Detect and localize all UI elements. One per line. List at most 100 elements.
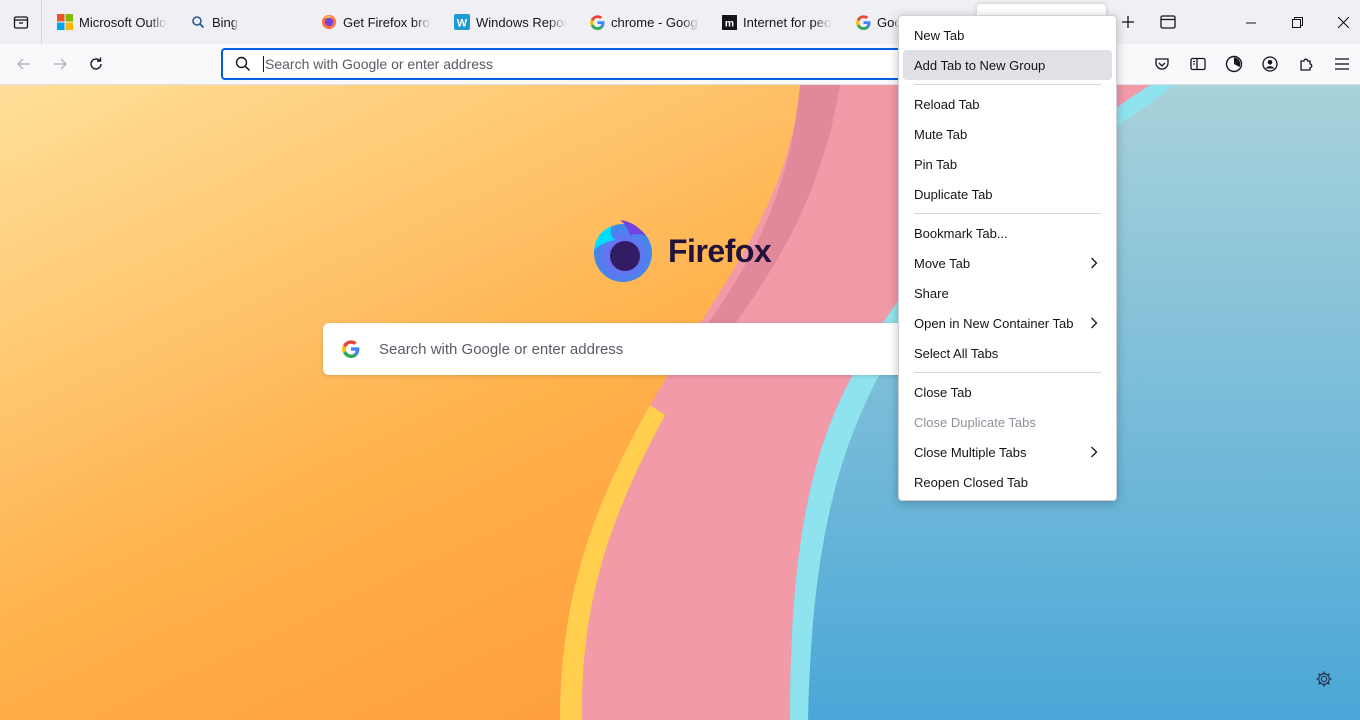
window-icon: [1160, 15, 1176, 29]
menu-item-mute-tab[interactable]: Mute Tab: [903, 119, 1112, 149]
tab-label: Goo: [877, 14, 898, 30]
tab-get-firefox[interactable]: Get Firefox browser: [321, 0, 431, 44]
windows-report-icon: W: [454, 14, 470, 30]
menu-separator: [914, 213, 1101, 214]
microsoft-icon: [57, 14, 73, 30]
navigation-toolbar: [0, 44, 1360, 85]
firefox-wordmark: Firefox: [668, 232, 772, 269]
tab-internet-for-people[interactable]: m Internet for people: [721, 0, 831, 44]
pocket-icon: [1155, 58, 1169, 70]
close-icon: [1337, 16, 1349, 28]
menu-item-label: Mute Tab: [914, 126, 968, 142]
menu-item-label: Add Tab to New Group: [914, 57, 1046, 73]
menu-item-move-tab[interactable]: Move Tab: [903, 248, 1112, 278]
google-icon: [323, 340, 379, 358]
tab-context-menu: New Tab Add Tab to New Group Reload Tab …: [898, 15, 1117, 501]
tab-label: Bing: [212, 14, 239, 30]
menu-item-label: Reopen Closed Tab: [914, 474, 1028, 490]
menu-item-label: Move Tab: [914, 255, 971, 271]
menu-item-close-multiple-tabs[interactable]: Close Multiple Tabs: [903, 437, 1112, 467]
menu-item-share[interactable]: Share: [903, 278, 1112, 308]
menu-item-label: Close Tab: [914, 384, 972, 400]
menu-item-reopen-closed-tab[interactable]: Reopen Closed Tab: [903, 467, 1112, 497]
reload-button[interactable]: [82, 50, 110, 78]
text-caret: [263, 56, 264, 72]
menu-item-select-all-tabs[interactable]: Select All Tabs: [903, 338, 1112, 368]
tab-google[interactable]: Goo: [855, 0, 898, 44]
firefox-monitor-button[interactable]: [1220, 50, 1248, 78]
chevron-right-icon: [1091, 446, 1098, 458]
mozilla-icon: m: [721, 14, 737, 30]
menu-separator: [914, 84, 1101, 85]
address-input[interactable]: [265, 56, 865, 72]
menu-item-label: Duplicate Tab: [914, 186, 993, 202]
menu-item-label: Close Multiple Tabs: [914, 444, 1027, 460]
back-button[interactable]: [10, 50, 38, 78]
firefox-view-button[interactable]: [0, 0, 42, 44]
google-icon: [589, 14, 605, 30]
menu-separator: [914, 372, 1101, 373]
tab-strip: Microsoft Outlook Bing Get Firefox brows…: [0, 0, 1360, 44]
menu-item-duplicate-tab[interactable]: Duplicate Tab: [903, 179, 1112, 209]
tab-bing[interactable]: Bing: [190, 0, 300, 44]
minimize-icon: [1245, 22, 1256, 23]
arrow-left-icon: [17, 58, 30, 70]
restore-icon: [1291, 16, 1303, 28]
google-icon: [855, 14, 871, 30]
menu-item-close-tab[interactable]: Close Tab: [903, 377, 1112, 407]
svg-text:m: m: [724, 18, 733, 29]
chevron-right-icon: [1091, 317, 1098, 329]
sidebar-button[interactable]: [1184, 50, 1212, 78]
menu-item-label: Reload Tab: [914, 96, 980, 112]
tab-windows-report[interactable]: W Windows Report: [454, 0, 566, 44]
plus-icon: [1122, 16, 1134, 28]
menu-item-open-in-new-container-tab[interactable]: Open in New Container Tab: [903, 308, 1112, 338]
sidebar-icon: [1190, 57, 1206, 71]
menu-item-label: Bookmark Tab...: [914, 225, 1008, 241]
menu-item-reload-tab[interactable]: Reload Tab: [903, 89, 1112, 119]
tab-label: Internet for people: [743, 14, 831, 30]
personalize-button[interactable]: [1315, 670, 1335, 690]
menu-item-label: Share: [914, 285, 949, 301]
arrow-right-icon: [54, 58, 67, 70]
tab-microsoft-outlook[interactable]: Microsoft Outlook: [57, 0, 167, 44]
menu-item-bookmark-tab[interactable]: Bookmark Tab...: [903, 218, 1112, 248]
tab-chrome-google[interactable]: chrome - Google: [589, 0, 699, 44]
extensions-button[interactable]: [1292, 50, 1320, 78]
menu-item-new-tab[interactable]: New Tab: [903, 20, 1112, 50]
new-tab-page: Firefox Search with Google or enter addr…: [0, 85, 1360, 720]
list-all-tabs-button[interactable]: [1154, 8, 1182, 36]
app-menu-button[interactable]: [1328, 50, 1356, 78]
tab-label: chrome - Google: [611, 14, 699, 30]
minimize-button[interactable]: [1228, 0, 1274, 44]
firefox-view-icon: [13, 16, 28, 29]
newtab-search-box[interactable]: Search with Google or enter address: [323, 323, 923, 375]
bing-search-icon: [190, 14, 206, 30]
tab-label: Windows Report: [476, 14, 566, 30]
menu-item-add-tab-to-new-group[interactable]: Add Tab to New Group: [903, 50, 1112, 80]
menu-item-close-duplicate-tabs: Close Duplicate Tabs: [903, 407, 1112, 437]
timer-icon: [1225, 55, 1243, 73]
account-button[interactable]: [1256, 50, 1284, 78]
tab-label: Get Firefox browser: [343, 14, 431, 30]
puzzle-icon: [1300, 58, 1313, 71]
search-icon: [223, 56, 263, 72]
new-tab-button[interactable]: [1114, 8, 1142, 36]
menu-item-label: Select All Tabs: [914, 345, 999, 361]
firefox-logo-icon: [594, 220, 652, 282]
address-bar[interactable]: [221, 48, 911, 80]
menu-item-label: New Tab: [914, 27, 965, 43]
tab-label: Microsoft Outlook: [79, 14, 167, 30]
restore-button[interactable]: [1274, 0, 1320, 44]
gear-icon: [1316, 671, 1332, 687]
menu-item-pin-tab[interactable]: Pin Tab: [903, 149, 1112, 179]
svg-text:W: W: [457, 18, 468, 30]
account-icon: [1262, 56, 1278, 72]
close-window-button[interactable]: [1320, 0, 1360, 44]
reload-icon: [90, 57, 102, 70]
pocket-button[interactable]: [1148, 50, 1176, 78]
menu-item-label: Open in New Container Tab: [914, 315, 1074, 331]
newtab-search-placeholder: Search with Google or enter address: [379, 340, 624, 358]
menu-item-label: Close Duplicate Tabs: [914, 414, 1036, 430]
forward-button[interactable]: [46, 50, 74, 78]
